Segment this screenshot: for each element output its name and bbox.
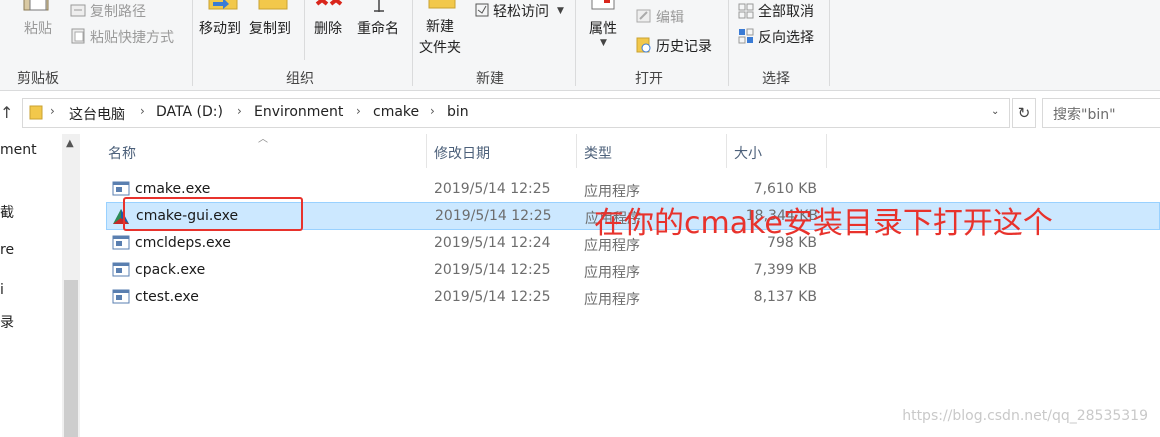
file-size: 8,137 KB bbox=[753, 289, 817, 305]
breadcrumb-environment[interactable]: Environment bbox=[254, 104, 343, 120]
file-row[interactable]: ctest.exe 2019/5/14 12:25 应用程序 8,137 KB bbox=[106, 284, 1160, 310]
copy-to-icon[interactable] bbox=[257, 0, 289, 16]
column-divider[interactable] bbox=[576, 134, 577, 168]
ribbon-separator bbox=[829, 0, 830, 86]
paste-button[interactable]: 粘贴 bbox=[24, 18, 52, 38]
invert-selection-button[interactable]: 反向选择 bbox=[758, 27, 814, 47]
rename-icon[interactable] bbox=[366, 0, 392, 17]
breadcrumb-data-drive[interactable]: DATA (D:) bbox=[156, 104, 223, 120]
move-to-button[interactable]: 移动到 bbox=[199, 18, 241, 38]
chevron-down-icon[interactable]: ▼ bbox=[557, 6, 564, 16]
column-divider[interactable] bbox=[826, 134, 827, 168]
easy-access-button[interactable]: 轻松访问 bbox=[493, 1, 549, 21]
column-header-name[interactable]: 名称 bbox=[108, 143, 136, 163]
history-icon[interactable] bbox=[636, 37, 652, 57]
ribbon-separator bbox=[412, 0, 413, 86]
delete-icon[interactable] bbox=[313, 0, 345, 16]
column-header-date[interactable]: 修改日期 bbox=[434, 143, 490, 163]
new-folder-label-2[interactable]: 文件夹 bbox=[419, 37, 461, 57]
ribbon-separator bbox=[192, 0, 193, 86]
column-header-type[interactable]: 类型 bbox=[584, 143, 612, 163]
edit-icon[interactable] bbox=[636, 8, 652, 28]
properties-button[interactable]: 属性 bbox=[589, 18, 617, 38]
address-bar[interactable]: › 这台电脑 › DATA (D:) › Environment › cmake… bbox=[22, 98, 1010, 128]
organize-group-label: 组织 bbox=[286, 71, 314, 87]
search-input[interactable]: 搜索"bin" bbox=[1042, 98, 1160, 128]
breadcrumb-chevron-icon[interactable]: › bbox=[140, 104, 145, 118]
nav-item[interactable]: 截 bbox=[0, 202, 14, 222]
sort-ascending-icon: ︿ bbox=[258, 134, 268, 145]
select-none-icon[interactable] bbox=[738, 3, 754, 23]
nav-item[interactable]: re bbox=[0, 242, 14, 258]
new-folder-label-1[interactable]: 新建 bbox=[426, 18, 454, 37]
column-divider[interactable] bbox=[426, 134, 427, 168]
file-size: 7,610 KB bbox=[753, 181, 817, 197]
nav-item[interactable]: ment bbox=[0, 142, 37, 158]
breadcrumb-cmake[interactable]: cmake bbox=[373, 104, 419, 120]
file-size: 7,399 KB bbox=[753, 262, 817, 278]
up-arrow-icon[interactable]: ↑ bbox=[0, 103, 13, 122]
nav-item[interactable]: 录 bbox=[0, 312, 14, 332]
breadcrumb-chevron-icon[interactable]: › bbox=[50, 104, 55, 118]
ribbon-separator bbox=[728, 0, 729, 86]
watermark: https://blog.csdn.net/qq_28535319 bbox=[902, 408, 1148, 424]
paste-shortcut-icon[interactable] bbox=[70, 28, 86, 48]
refresh-icon[interactable]: ↻ bbox=[1012, 98, 1036, 128]
breadcrumb-chevron-icon[interactable]: › bbox=[430, 104, 435, 118]
breadcrumb-chevron-icon[interactable]: › bbox=[356, 104, 361, 118]
breadcrumb-this-pc[interactable]: 这台电脑 bbox=[69, 104, 125, 124]
paste-shortcut-button[interactable]: 粘贴快捷方式 bbox=[90, 27, 174, 47]
column-divider[interactable] bbox=[726, 134, 727, 168]
copy-to-button[interactable]: 复制到 bbox=[249, 18, 291, 38]
rename-button[interactable]: 重命名 bbox=[357, 18, 399, 38]
select-group-label: 选择 bbox=[762, 71, 790, 87]
edit-button[interactable]: 编辑 bbox=[656, 7, 684, 27]
select-none-button[interactable]: 全部取消 bbox=[758, 1, 814, 21]
copy-path-button[interactable]: 复制路径 bbox=[90, 1, 146, 21]
ribbon-separator bbox=[575, 0, 576, 86]
address-dropdown-icon[interactable]: ⌄ bbox=[991, 106, 999, 117]
easy-access-icon[interactable] bbox=[474, 2, 490, 22]
properties-icon[interactable] bbox=[590, 0, 618, 16]
copy-path-icon[interactable] bbox=[70, 3, 86, 22]
ribbon-separator bbox=[304, 0, 305, 60]
breadcrumb-chevron-icon[interactable]: › bbox=[237, 104, 242, 118]
column-header-size[interactable]: 大小 bbox=[734, 143, 762, 163]
breadcrumb-bin[interactable]: bin bbox=[447, 104, 469, 120]
scroll-up-icon[interactable]: ▲ bbox=[66, 138, 74, 149]
search-placeholder: 搜索"bin" bbox=[1053, 107, 1116, 123]
delete-button[interactable]: 删除 bbox=[314, 18, 342, 38]
paste-icon[interactable] bbox=[22, 0, 52, 16]
folder-icon bbox=[29, 104, 43, 124]
chevron-down-icon[interactable]: ▼ bbox=[600, 38, 607, 48]
file-row[interactable]: cpack.exe 2019/5/14 12:25 应用程序 7,399 KB bbox=[106, 257, 1160, 283]
annotation-highlight-box bbox=[123, 197, 303, 231]
invert-selection-icon[interactable] bbox=[738, 28, 754, 48]
ribbon: 粘贴 复制路径 粘贴快捷方式 剪贴板 移动到 复制到 删除 重命名 组织 新建 … bbox=[0, 0, 1160, 91]
open-group-label: 打开 bbox=[635, 71, 663, 87]
annotation-text: 在你的cmake安装目录下打开这个 bbox=[594, 206, 1053, 241]
nav-scrollbar-thumb[interactable] bbox=[64, 280, 78, 437]
new-folder-icon[interactable] bbox=[427, 0, 457, 16]
history-button[interactable]: 历史记录 bbox=[656, 36, 712, 56]
new-group-label: 新建 bbox=[476, 71, 504, 87]
nav-item[interactable]: i bbox=[0, 282, 4, 298]
clipboard-group-label: 剪贴板 bbox=[17, 71, 59, 87]
move-to-icon[interactable] bbox=[207, 0, 239, 16]
